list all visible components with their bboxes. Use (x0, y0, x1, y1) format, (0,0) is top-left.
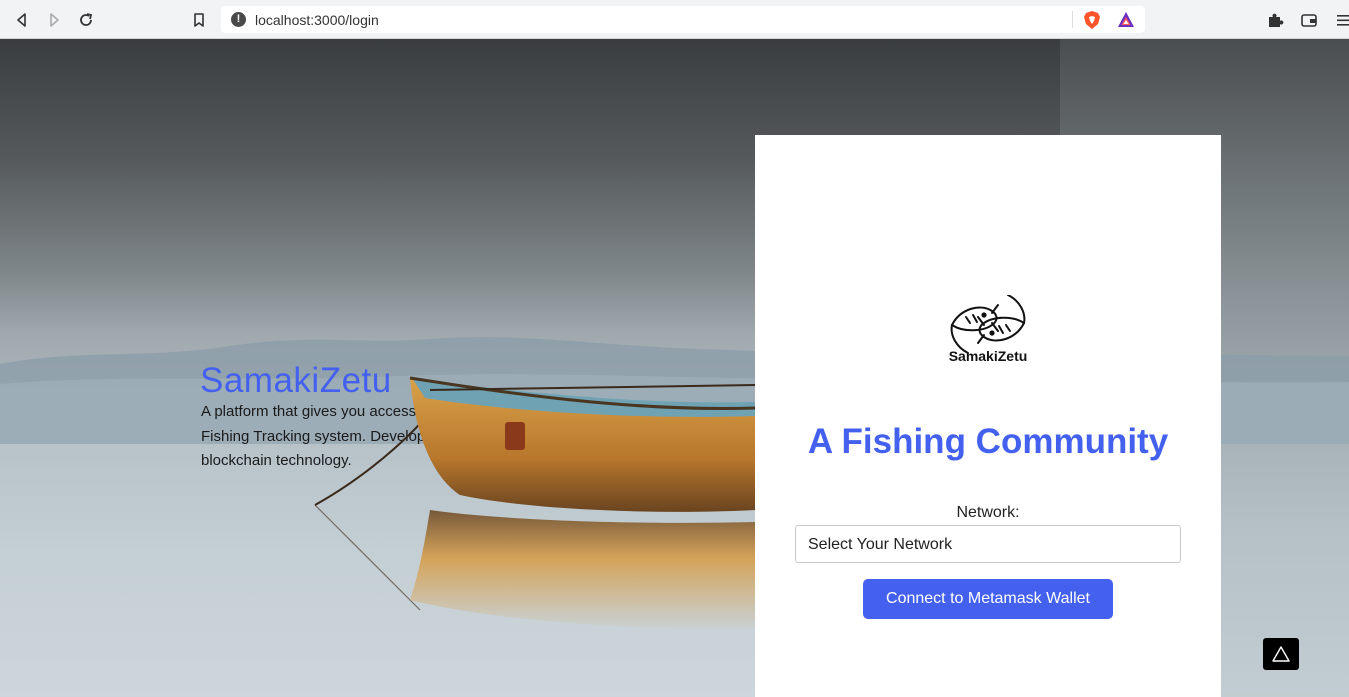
address-bar[interactable]: ! localhost:3000/login (221, 6, 1145, 33)
wallet-icon[interactable] (1300, 11, 1318, 29)
connect-metamask-button[interactable]: Connect to Metamask Wallet (863, 579, 1113, 619)
brave-rewards-icon[interactable] (1117, 11, 1135, 29)
extensions-icon[interactable] (1266, 11, 1284, 29)
nextjs-dev-indicator[interactable] (1263, 638, 1299, 670)
network-select[interactable]: Select Your Network (795, 525, 1181, 563)
menu-icon[interactable] (1336, 11, 1349, 29)
login-card: SamakiZetu A Fishing Community Network: … (755, 135, 1221, 697)
forward-icon[interactable] (43, 9, 65, 31)
address-url[interactable]: localhost:3000/login (255, 12, 379, 28)
network-label: Network: (956, 504, 1020, 521)
reload-icon[interactable] (75, 9, 97, 31)
browser-toolbar: ! localhost:3000/login (0, 0, 1349, 39)
triangle-icon (1272, 646, 1290, 662)
site-info-icon[interactable]: ! (231, 12, 246, 27)
logo-brand-name: SamakiZetu (948, 348, 1028, 364)
card-headline: A Fishing Community (807, 422, 1169, 461)
network-select-value: Select Your Network (808, 536, 953, 553)
back-icon[interactable] (11, 9, 33, 31)
address-divider (1072, 11, 1073, 28)
brave-shields-icon[interactable] (1083, 10, 1101, 30)
bookmark-icon[interactable] (188, 9, 210, 31)
boat-image (314, 376, 755, 630)
